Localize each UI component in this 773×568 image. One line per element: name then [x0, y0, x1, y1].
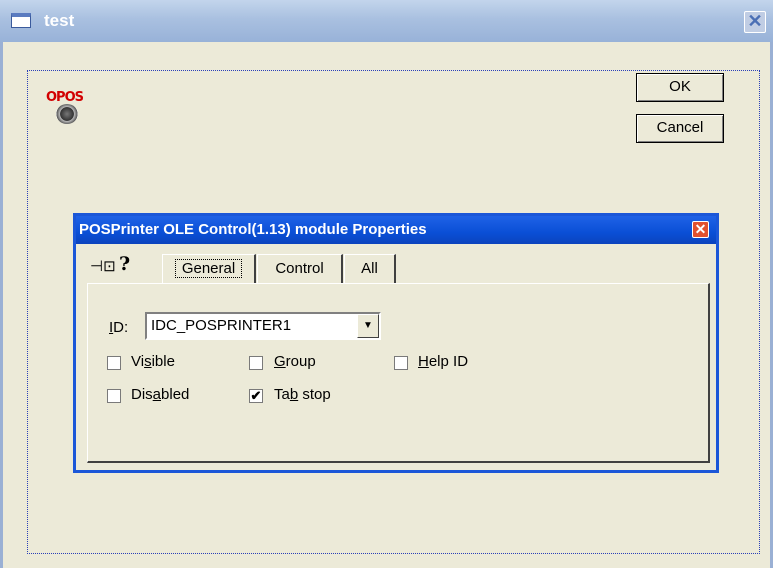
group-label-post: roup — [285, 353, 316, 370]
disabled-label-pre: Dis — [131, 386, 153, 403]
properties-title: POSPrinter OLE Control(1.13) module Prop… — [79, 221, 427, 238]
tab-stop-label-pre: Ta — [274, 386, 290, 403]
tab-stop-checkbox[interactable]: ✔ — [249, 389, 263, 403]
printer-gear-icon — [56, 104, 78, 124]
help-id-label-post: elp ID — [428, 353, 469, 370]
tab-control[interactable]: Control — [257, 254, 343, 283]
help-id-label[interactable]: Help ID — [418, 353, 468, 370]
visible-label-post: ible — [151, 353, 175, 370]
properties-title-bar: POSPrinter OLE Control(1.13) module Prop… — [76, 216, 716, 244]
disabled-label-post: bled — [161, 386, 190, 403]
outer-title-bar: test ✕ — [0, 0, 773, 42]
properties-dialog: POSPrinter OLE Control(1.13) module Prop… — [73, 213, 719, 473]
tab-general-label: General — [174, 259, 243, 278]
group-label-mnemonic: G — [274, 353, 286, 370]
tab-general[interactable]: General — [162, 254, 256, 283]
cancel-button[interactable]: Cancel — [636, 114, 724, 143]
tab-stop-label-mnemonic: b — [289, 386, 299, 403]
disabled-label-mnemonic: a — [152, 386, 162, 403]
id-label-rest: D: — [113, 319, 129, 336]
help-id-label-mnemonic: H — [418, 353, 429, 370]
id-label: ID: — [109, 319, 128, 336]
general-tab-pane — [87, 283, 710, 463]
window-left-border — [0, 42, 3, 568]
window-title: test — [44, 11, 75, 30]
outer-close-icon[interactable]: ✕ — [744, 11, 766, 33]
dropdown-arrow-icon[interactable]: ▼ — [357, 314, 379, 338]
group-label[interactable]: Group — [274, 353, 316, 370]
properties-close-icon[interactable]: ✕ — [692, 221, 709, 238]
disabled-checkbox[interactable] — [107, 389, 121, 403]
opos-logo-text: OPOS — [46, 90, 84, 105]
visible-label-mnemonic: s — [144, 353, 152, 370]
tab-stop-label-post: stop — [298, 386, 331, 403]
help-icon[interactable]: ? — [119, 253, 130, 275]
window-icon — [11, 13, 31, 28]
visible-label-pre: Vi — [131, 353, 145, 370]
group-checkbox[interactable] — [249, 356, 263, 370]
pushpin-icon[interactable]: ⊣⊡ — [90, 257, 116, 275]
opos-logo[interactable]: OPOS — [46, 90, 92, 128]
visible-checkbox[interactable] — [107, 356, 121, 370]
ok-button[interactable]: OK — [636, 73, 724, 102]
disabled-label[interactable]: Disabled — [131, 386, 189, 403]
id-value: IDC_POSPRINTER1 — [151, 317, 292, 334]
tab-all[interactable]: All — [344, 254, 396, 283]
help-id-checkbox[interactable] — [394, 356, 408, 370]
tab-stop-label[interactable]: Tab stop — [274, 386, 331, 403]
id-combobox[interactable]: IDC_POSPRINTER1 ▼ — [145, 312, 381, 340]
visible-label[interactable]: Visible — [131, 353, 175, 370]
